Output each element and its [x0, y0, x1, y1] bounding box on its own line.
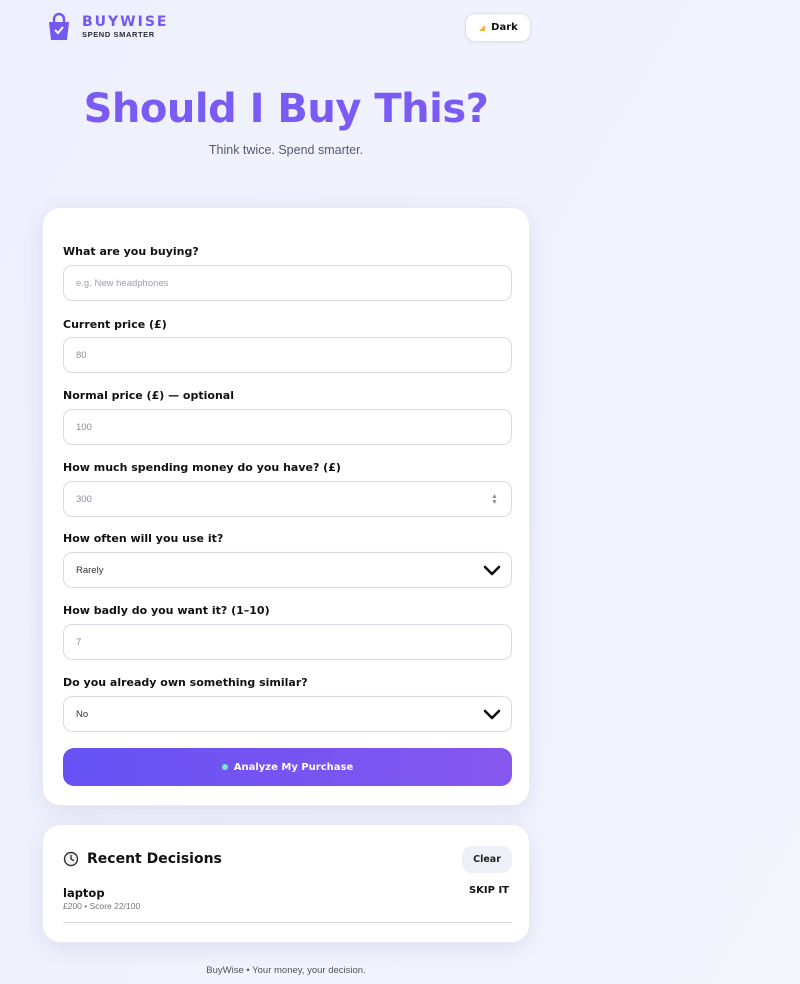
- dark-mode-label: Dark: [491, 22, 518, 33]
- brand-name: BUYWISE: [82, 14, 169, 30]
- top-bar: BUYWISE SPEND SMARTER Dark: [0, 0, 540, 56]
- analyze-purchase-button[interactable]: Analyze My Purchase: [63, 748, 512, 786]
- desire-input[interactable]: 7: [63, 624, 512, 660]
- recent-decisions-header: Recent Decisions: [63, 851, 222, 867]
- page-subtitle: Think twice. Spend smarter.: [208, 143, 364, 157]
- desire-label: How badly do you want it? (1–10): [63, 604, 270, 617]
- normal-price-value: 100: [76, 421, 92, 433]
- item-label: What are you buying?: [63, 245, 199, 258]
- spending-money-label: How much spending money do you have? (£): [63, 461, 341, 474]
- own-similar-selected: No: [76, 708, 89, 720]
- normal-price-label: Normal price (£) — optional: [63, 389, 234, 402]
- clear-label: Clear: [473, 854, 501, 865]
- sparkle-icon: [221, 764, 228, 770]
- footer-text: BuyWise • Your money, your decision.: [206, 965, 366, 976]
- normal-price-input[interactable]: 100: [63, 409, 512, 445]
- page-title: Should I Buy This?: [83, 86, 489, 132]
- brand-text: BUYWISE SPEND SMARTER: [82, 14, 169, 40]
- decision-item-name: laptop: [63, 886, 105, 900]
- number-spinner-icon[interactable]: [492, 493, 497, 505]
- analyze-button-label: Analyze My Purchase: [233, 761, 354, 773]
- dark-mode-toggle[interactable]: Dark: [465, 13, 531, 42]
- usage-selected: Rarely: [76, 564, 104, 576]
- recent-decisions-card: Recent Decisions Clear laptop £200 • Sco…: [42, 824, 530, 943]
- chevron-down-icon: [483, 709, 501, 720]
- desire-value: 7: [76, 636, 82, 648]
- purchase-form-card: What are you buying? e.g. New headphones…: [42, 207, 530, 806]
- chevron-down-icon: [483, 565, 501, 576]
- clear-history-button[interactable]: Clear: [462, 846, 512, 873]
- spending-money-input[interactable]: 300: [63, 481, 512, 517]
- moon-icon: [479, 24, 486, 31]
- usage-select[interactable]: Rarely: [63, 552, 512, 588]
- decision-item-verdict: SKIP IT: [468, 885, 509, 896]
- brand-logo[interactable]: BUYWISE SPEND SMARTER: [46, 12, 168, 42]
- item-input[interactable]: e.g. New headphones: [63, 265, 512, 301]
- shopping-bag-icon: [49, 12, 69, 40]
- divider: [63, 922, 512, 923]
- own-similar-select[interactable]: No: [63, 696, 512, 732]
- current-price-label: Current price (£): [63, 318, 167, 331]
- usage-label: How often will you use it?: [63, 532, 224, 545]
- brand-tagline: SPEND SMARTER: [82, 30, 155, 39]
- history-clock-icon: [63, 851, 79, 867]
- own-similar-label: Do you already own something similar?: [63, 676, 308, 689]
- current-price-input[interactable]: 80: [63, 337, 512, 373]
- item-placeholder: e.g. New headphones: [76, 277, 169, 289]
- recent-decisions-title: Recent Decisions: [87, 851, 222, 867]
- current-price-value: 80: [76, 349, 87, 361]
- decision-item-meta: £200 • Score 22/100: [63, 901, 141, 911]
- spending-money-value: 300: [76, 493, 92, 505]
